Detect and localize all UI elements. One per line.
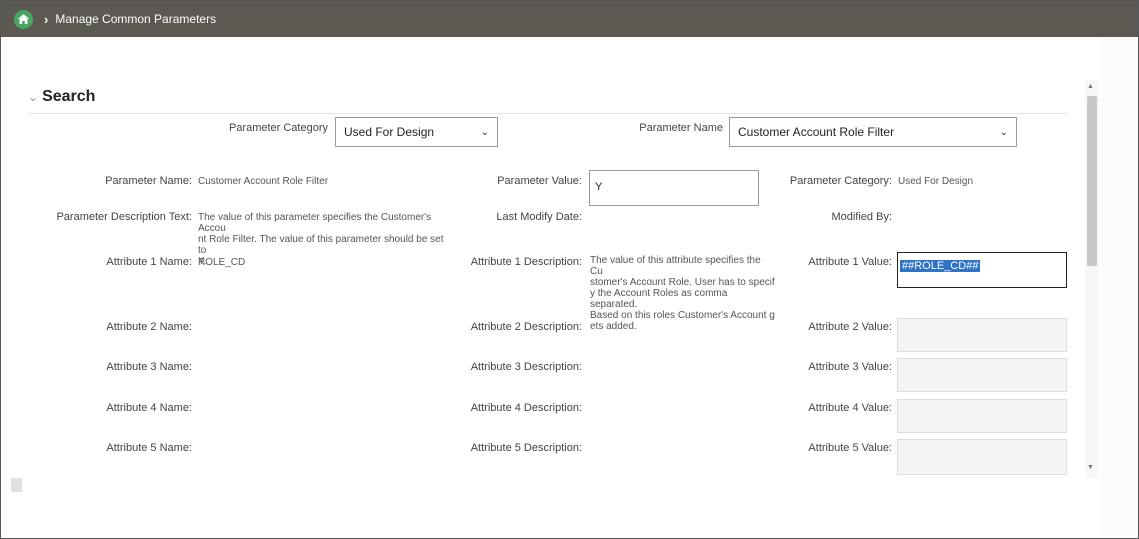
parameter-name-select[interactable]: Customer Account Role Filter ⌄ xyxy=(729,117,1017,147)
parameter-category-selected: Used For Design xyxy=(344,125,435,139)
attr5-name-label: Attribute 5 Name: xyxy=(106,442,192,454)
document-icon xyxy=(11,478,22,492)
attr2-value-label: Attribute 2 Value: xyxy=(808,321,892,333)
param-value-input[interactable]: Y xyxy=(589,170,759,206)
parameter-name-label: Parameter Name xyxy=(639,122,723,134)
attr1-value-input[interactable]: ##ROLE_CD## xyxy=(897,252,1067,288)
parameter-category-select[interactable]: Used For Design ⌄ xyxy=(335,117,498,147)
attr1-desc-label: Attribute 1 Description: xyxy=(470,256,582,268)
attr3-value-input[interactable] xyxy=(897,358,1067,392)
param-value-text: Y xyxy=(595,181,603,193)
attr5-value-input[interactable] xyxy=(897,439,1067,475)
param-desc-line: nt Role Filter. The value of this parame… xyxy=(198,234,444,256)
chevron-down-icon: ⌄ xyxy=(28,90,39,104)
attr3-name-label: Attribute 3 Name: xyxy=(106,361,192,373)
breadcrumb-current[interactable]: Manage Common Parameters xyxy=(55,12,216,26)
param-category-detail-label: Parameter Category: xyxy=(789,175,892,187)
attr2-desc-label: Attribute 2 Description: xyxy=(470,321,582,333)
attr1-name-label: Attribute 1 Name: xyxy=(106,256,192,268)
attr4-desc-label: Attribute 4 Description: xyxy=(470,402,582,414)
attr2-name-label: Attribute 2 Name: xyxy=(106,321,192,333)
attr1-desc-line: The value of this attribute specifies th… xyxy=(590,255,761,277)
parameter-category-label: Parameter Category xyxy=(228,122,328,134)
search-section-toggle[interactable]: ⌄ Search xyxy=(28,88,95,106)
attr5-value-label: Attribute 5 Value: xyxy=(808,442,892,454)
attr1-desc-value: The value of this attribute specifies th… xyxy=(590,255,775,332)
scroll-down-icon[interactable]: ▼ xyxy=(1087,464,1094,471)
home-icon xyxy=(18,14,29,24)
chevron-down-icon: ⌄ xyxy=(480,126,489,138)
attr1-value-label: Attribute 1 Value: xyxy=(808,256,892,268)
divider xyxy=(28,113,1068,114)
attr1-value-text: ##ROLE_CD## xyxy=(900,260,981,272)
attr1-desc-line: ets added. xyxy=(590,321,637,332)
breadcrumb-bar: › Manage Common Parameters xyxy=(1,1,1138,37)
param-name-label: Parameter Name: xyxy=(105,175,192,187)
attr3-value-label: Attribute 3 Value: xyxy=(808,361,892,373)
last-modify-label: Last Modify Date: xyxy=(496,211,582,223)
scrollbar-thumb[interactable] xyxy=(1087,96,1097,266)
attr1-desc-line: stomer's Account Role. User has to speci… xyxy=(590,277,775,288)
modified-by-label: Modified By: xyxy=(831,211,892,223)
attr2-value-input[interactable] xyxy=(897,318,1067,352)
attr5-desc-label: Attribute 5 Description: xyxy=(470,442,582,454)
param-category-detail-value: Used For Design xyxy=(898,176,974,187)
attr3-desc-label: Attribute 3 Description: xyxy=(470,361,582,373)
param-value-label: Parameter Value: xyxy=(497,175,582,187)
attr4-name-label: Attribute 4 Name: xyxy=(106,402,192,414)
attr1-name-value: ROLE_CD xyxy=(198,257,246,268)
breadcrumb-separator: › xyxy=(44,11,49,27)
attr4-value-input[interactable] xyxy=(897,399,1067,433)
param-name-value: Customer Account Role Filter xyxy=(198,176,329,187)
search-title: Search xyxy=(42,88,96,105)
attr1-desc-line: y the Account Roles as comma separated. xyxy=(590,288,728,310)
home-button[interactable] xyxy=(14,9,33,29)
chevron-down-icon: ⌄ xyxy=(999,126,1008,138)
attr4-value-label: Attribute 4 Value: xyxy=(808,402,892,414)
param-desc-label: Parameter Description Text: xyxy=(56,211,192,223)
scroll-up-icon[interactable]: ▲ xyxy=(1087,83,1094,90)
parameter-name-selected: Customer Account Role Filter xyxy=(738,125,895,139)
page-margin xyxy=(1101,37,1138,537)
param-desc-line: The value of this parameter specifies th… xyxy=(198,212,432,234)
attr1-desc-line: Based on this roles Customer's Account g xyxy=(590,310,775,321)
